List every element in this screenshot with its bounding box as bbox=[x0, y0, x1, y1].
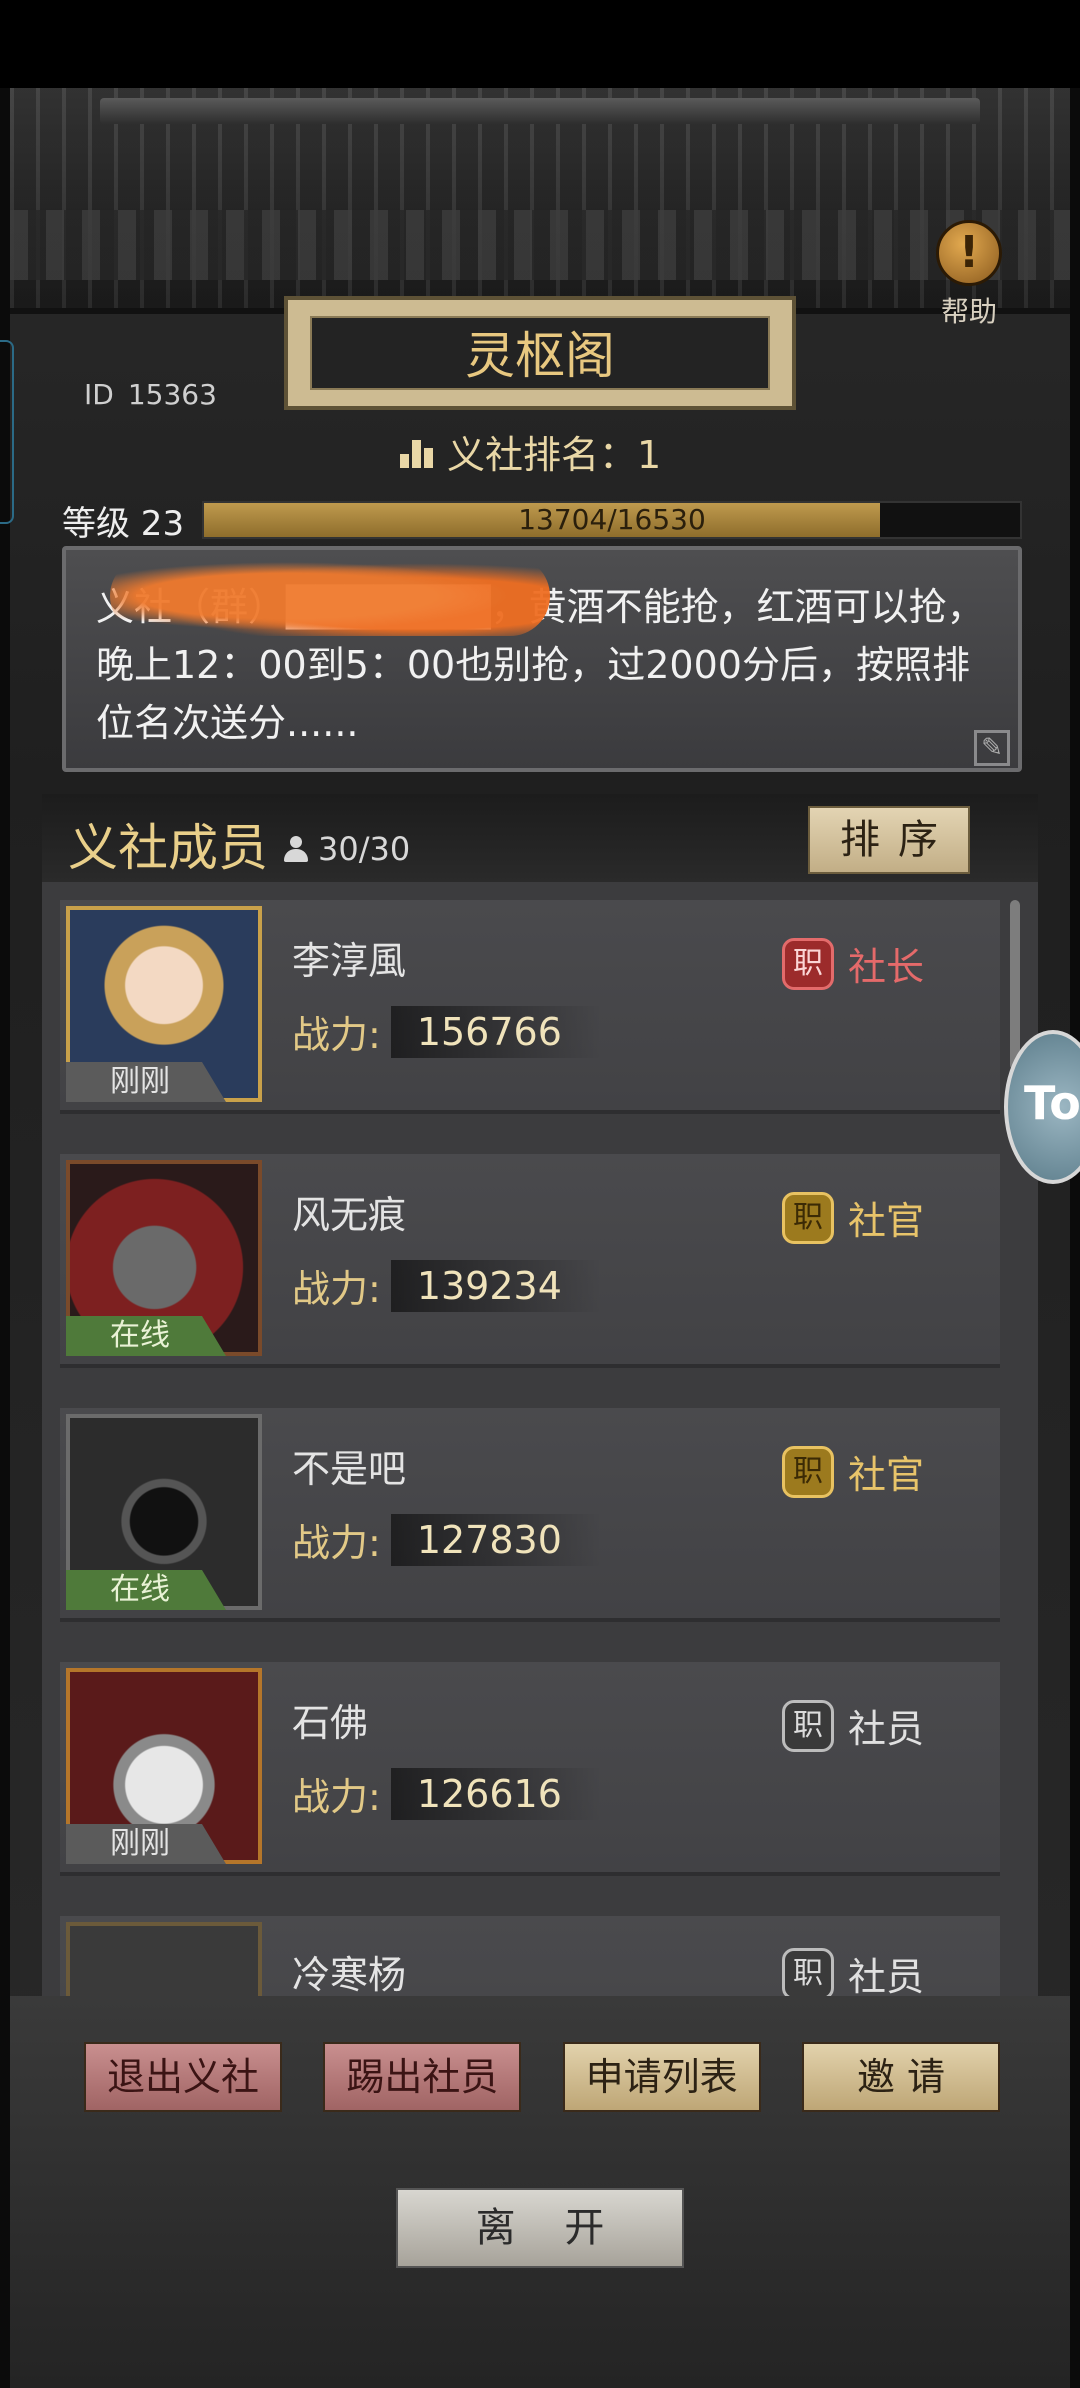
member-power: 战力: 126616 bbox=[292, 1766, 602, 1821]
sort-button[interactable]: 排序 bbox=[808, 806, 970, 874]
member-role: 职 社员 bbox=[782, 1698, 924, 1753]
member-role: 职 社官 bbox=[782, 1444, 924, 1499]
member-name: 石佛 bbox=[292, 1701, 369, 1745]
member-count: 30/30 bbox=[284, 830, 410, 868]
member-power: 战力: 127830 bbox=[292, 1512, 602, 1567]
member-power: 战力: 139234 bbox=[292, 1258, 602, 1313]
role-text: 社员 bbox=[848, 1707, 925, 1751]
power-label: 战力: bbox=[292, 1521, 381, 1565]
role-badge-icon: 职 bbox=[782, 1947, 834, 1996]
power-label: 战力: bbox=[292, 1775, 381, 1819]
member-row[interactable]: 刚刚 石佛 战力: 126616 职 社员 bbox=[60, 1662, 1000, 1876]
status-tag: 刚刚 bbox=[66, 1824, 226, 1864]
role-badge-icon: 职 bbox=[782, 937, 834, 990]
level-progress-text: 13704/16530 bbox=[518, 503, 706, 536]
roof-ridge bbox=[100, 98, 980, 124]
leave-button[interactable]: 离 开 bbox=[396, 2188, 684, 2268]
role-text: 社员 bbox=[848, 1955, 925, 1996]
level-progress-bar: 13704/16530 bbox=[202, 501, 1022, 539]
status-tag: 在线 bbox=[66, 1316, 226, 1356]
member-row[interactable]: 在线 风无痕 战力: 139234 职 社官 bbox=[60, 1154, 1000, 1368]
avatar[interactable]: 刚刚 bbox=[66, 1668, 262, 1864]
avatar[interactable]: 在线 bbox=[66, 1160, 262, 1356]
power-value: 156766 bbox=[390, 1005, 602, 1058]
avatar[interactable] bbox=[66, 1922, 262, 1996]
member-name: 风无痕 bbox=[292, 1193, 407, 1237]
guild-id-value: 15363 bbox=[127, 378, 217, 411]
exclamation-icon: ! bbox=[936, 220, 1002, 286]
member-row[interactable]: 在线 不是吧 战力: 127830 职 社官 bbox=[60, 1408, 1000, 1622]
role-text: 社官 bbox=[848, 1199, 925, 1243]
member-count-value: 30/30 bbox=[318, 830, 411, 868]
status-tag: 在线 bbox=[66, 1570, 226, 1610]
level-label: 等级 23 bbox=[62, 503, 185, 544]
members-title: 义社成员 bbox=[68, 819, 268, 877]
power-value: 127830 bbox=[390, 1513, 602, 1566]
ranking-icon bbox=[400, 436, 433, 468]
guild-name-plate: 灵枢阁 bbox=[284, 296, 796, 410]
power-label: 战力: bbox=[292, 1267, 381, 1311]
guild-id-label: ID bbox=[84, 378, 114, 411]
person-icon bbox=[284, 836, 308, 862]
role-badge-icon: 职 bbox=[782, 1445, 834, 1498]
member-row[interactable]: 冷寒杨 职 社员 bbox=[60, 1916, 1000, 1996]
power-value: 139234 bbox=[390, 1259, 602, 1312]
guild-rank[interactable]: 义社排名：1 bbox=[400, 424, 661, 479]
quit-guild-button[interactable]: 退出义社 bbox=[84, 2042, 282, 2112]
member-name: 不是吧 bbox=[292, 1447, 407, 1491]
guild-name: 灵枢阁 bbox=[310, 316, 770, 390]
power-label: 战力: bbox=[292, 1013, 381, 1057]
left-edge-tab[interactable] bbox=[0, 340, 14, 524]
role-badge-icon: 职 bbox=[782, 1191, 834, 1244]
member-role: 职 社官 bbox=[782, 1190, 924, 1245]
help-button[interactable]: ! 帮助 bbox=[934, 220, 1004, 328]
kick-member-button[interactable]: 踢出社员 bbox=[323, 2042, 522, 2112]
member-power: 战力: 156766 bbox=[292, 1004, 602, 1059]
member-list[interactable]: 刚刚 李淳風 战力: 156766 职 社长 在线 风无痕 战力: 139234… bbox=[42, 882, 1038, 1996]
status-tag: 刚刚 bbox=[66, 1062, 226, 1102]
redaction-scribble bbox=[110, 556, 550, 636]
status-bar bbox=[0, 0, 1080, 88]
roof-tiles bbox=[10, 210, 1070, 280]
power-value: 126616 bbox=[390, 1767, 602, 1820]
help-label: 帮助 bbox=[940, 295, 997, 328]
role-text: 社官 bbox=[848, 1453, 925, 1497]
member-role: 职 社长 bbox=[782, 936, 924, 991]
member-row[interactable]: 刚刚 李淳風 战力: 156766 职 社长 bbox=[60, 900, 1000, 1114]
action-bar: 退出义社 踢出社员 申请列表 邀 请 bbox=[84, 2042, 1000, 2112]
member-list-scrollbar[interactable] bbox=[1010, 900, 1020, 1070]
avatar[interactable]: 刚刚 bbox=[66, 906, 262, 1102]
role-text: 社长 bbox=[848, 945, 925, 989]
guild-rank-text: 义社排名：1 bbox=[447, 433, 662, 477]
guild-level: 等级 23 13704/16530 bbox=[62, 498, 1022, 544]
member-role: 职 社员 bbox=[782, 1946, 924, 1996]
avatar[interactable]: 在线 bbox=[66, 1414, 262, 1610]
member-name: 冷寒杨 bbox=[292, 1953, 407, 1996]
edit-icon[interactable]: ✎ bbox=[974, 730, 1010, 766]
guild-id: ID 15363 bbox=[84, 378, 231, 411]
role-badge-icon: 职 bbox=[782, 1699, 834, 1752]
member-name: 李淳風 bbox=[292, 939, 407, 983]
application-list-button[interactable]: 申请列表 bbox=[562, 2042, 761, 2112]
invite-button[interactable]: 邀 请 bbox=[801, 2042, 1000, 2112]
